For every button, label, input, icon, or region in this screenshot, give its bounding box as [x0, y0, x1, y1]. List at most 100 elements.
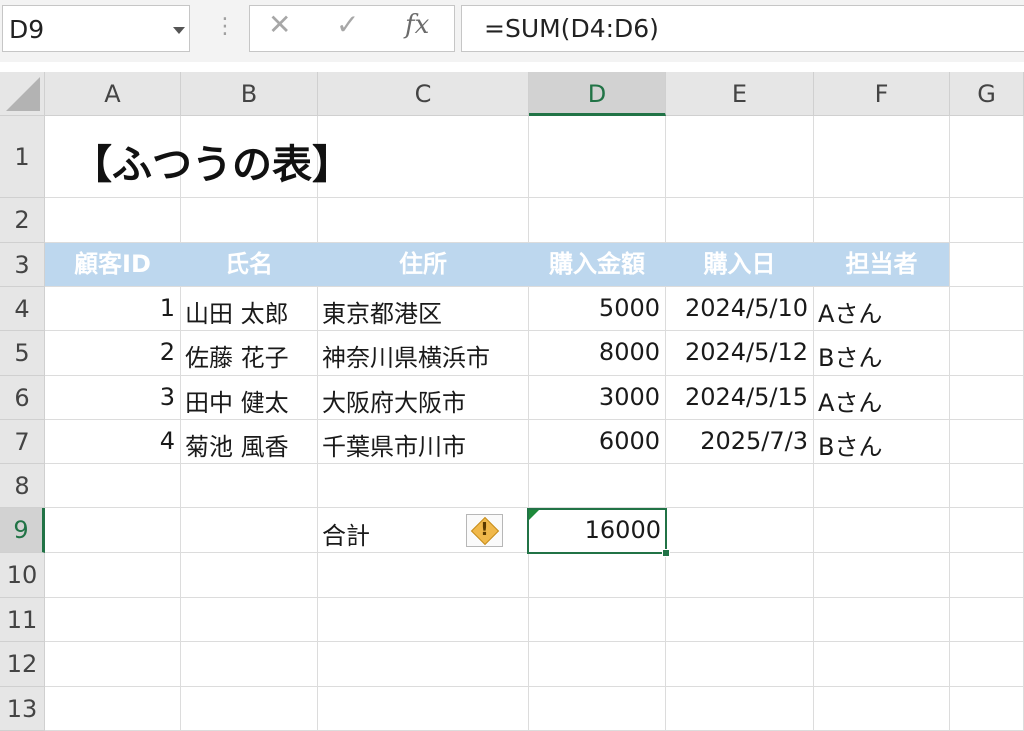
row-header-10[interactable]: 10: [0, 553, 45, 598]
sheet-cell[interactable]: [950, 198, 1024, 243]
sheet-cell[interactable]: [666, 464, 814, 508]
cell-staff[interactable]: Aさん: [818, 383, 882, 418]
sheet-cell[interactable]: [666, 642, 814, 687]
column-header-e[interactable]: E: [666, 72, 814, 116]
formula-input[interactable]: =SUM(D4:D6): [461, 5, 1024, 52]
row-header-5[interactable]: 5: [0, 331, 45, 376]
cell-address[interactable]: 東京都港区: [322, 294, 442, 329]
cell-customer-id[interactable]: 1: [47, 294, 175, 322]
sheet-cell[interactable]: [666, 198, 814, 243]
sheet-cell[interactable]: [318, 598, 529, 642]
sheet-cell[interactable]: [45, 198, 181, 243]
insert-function-button[interactable]: fx: [405, 10, 429, 40]
error-checking-button[interactable]: !: [466, 514, 503, 547]
sheet-cell[interactable]: [529, 553, 666, 598]
sheet-cell[interactable]: [529, 198, 666, 243]
cell-date[interactable]: 2025/7/3: [668, 427, 808, 455]
sheet-cell[interactable]: [666, 598, 814, 642]
cell-name[interactable]: 菊池 風香: [185, 427, 289, 462]
sheet-cell[interactable]: [45, 464, 181, 508]
sheet-cell[interactable]: [318, 687, 529, 731]
check-icon[interactable]: ✓: [336, 11, 359, 39]
row-header-1[interactable]: 1: [0, 116, 45, 198]
formula-bar-grip[interactable]: ⋮: [214, 16, 236, 38]
cell-amount[interactable]: 6000: [531, 427, 660, 455]
cell-amount[interactable]: 3000: [531, 383, 660, 411]
sheet-cell[interactable]: [45, 687, 181, 731]
cell-date[interactable]: 2024/5/12: [668, 338, 808, 366]
sheet-cell[interactable]: [950, 331, 1024, 376]
sheet-cell[interactable]: [814, 687, 950, 731]
cell-date[interactable]: 2024/5/15: [668, 383, 808, 411]
cell-staff[interactable]: Bさん: [818, 427, 882, 462]
active-cell-d9[interactable]: [527, 508, 670, 557]
sheet-cell[interactable]: [814, 508, 950, 553]
sheet-cell[interactable]: [666, 508, 814, 553]
sheet-cell[interactable]: [950, 598, 1024, 642]
sheet-cell[interactable]: [950, 687, 1024, 731]
sheet-cell[interactable]: [318, 642, 529, 687]
sheet-cell[interactable]: [181, 642, 318, 687]
chevron-down-icon[interactable]: [173, 27, 185, 34]
cell-address[interactable]: 神奈川県横浜市: [322, 338, 490, 373]
row-header-6[interactable]: 6: [0, 376, 45, 420]
cell-customer-id[interactable]: 3: [47, 383, 175, 411]
row-header-11[interactable]: 11: [0, 598, 45, 642]
cell-address[interactable]: 千葉県市川市: [322, 427, 466, 462]
row-header-9[interactable]: 9: [0, 508, 45, 553]
cell-staff[interactable]: Bさん: [818, 338, 882, 373]
sheet-cell[interactable]: [666, 553, 814, 598]
sheet-cell[interactable]: [814, 464, 950, 508]
sheet-cell[interactable]: [950, 464, 1024, 508]
row-header-3[interactable]: 3: [0, 243, 45, 287]
fill-handle[interactable]: [662, 549, 670, 557]
column-header-c[interactable]: C: [318, 72, 529, 116]
select-all-corner[interactable]: [0, 72, 45, 116]
sheet-cell[interactable]: [950, 420, 1024, 464]
cell-date[interactable]: 2024/5/10: [668, 294, 808, 322]
sheet-cell[interactable]: [950, 508, 1024, 553]
sheet-cell[interactable]: [529, 464, 666, 508]
sheet-cell[interactable]: [814, 598, 950, 642]
cell-customer-id[interactable]: 4: [47, 427, 175, 455]
sheet-cell[interactable]: [814, 116, 950, 198]
sheet-cell[interactable]: [950, 642, 1024, 687]
column-header-d[interactable]: D: [529, 72, 666, 116]
sheet-cell[interactable]: [181, 508, 318, 553]
sheet-cell[interactable]: [950, 243, 1024, 287]
sheet-cell[interactable]: [45, 642, 181, 687]
close-icon[interactable]: ✕: [268, 11, 291, 39]
column-header-b[interactable]: B: [181, 72, 318, 116]
row-header-7[interactable]: 7: [0, 420, 45, 464]
sheet-cell[interactable]: [529, 116, 666, 198]
sheet-cell[interactable]: [181, 687, 318, 731]
sheet-cell[interactable]: [181, 598, 318, 642]
sheet-cell[interactable]: [318, 198, 529, 243]
row-header-12[interactable]: 12: [0, 642, 45, 687]
sheet-cell[interactable]: [814, 642, 950, 687]
sheet-cell[interactable]: [950, 376, 1024, 420]
sheet-cell[interactable]: [529, 687, 666, 731]
sheet-cell[interactable]: [318, 553, 529, 598]
sheet-cell[interactable]: [45, 553, 181, 598]
sheet-cell[interactable]: [529, 642, 666, 687]
cell-name[interactable]: 田中 健太: [185, 383, 289, 418]
column-header-f[interactable]: F: [814, 72, 950, 116]
cell-amount[interactable]: 5000: [531, 294, 660, 322]
name-box[interactable]: D9: [2, 5, 190, 52]
sheet-cell[interactable]: [181, 464, 318, 508]
cell-name[interactable]: 佐藤 花子: [185, 338, 289, 373]
cell-name[interactable]: 山田 太郎: [185, 294, 289, 329]
column-header-g[interactable]: G: [950, 72, 1024, 116]
sheet-cell[interactable]: [318, 464, 529, 508]
sheet-cell[interactable]: [45, 598, 181, 642]
row-header-13[interactable]: 13: [0, 687, 45, 731]
sheet-cell[interactable]: [950, 287, 1024, 331]
cell-amount[interactable]: 8000: [531, 338, 660, 366]
sheet-cell[interactable]: [529, 598, 666, 642]
column-header-a[interactable]: A: [45, 72, 181, 116]
cell-address[interactable]: 大阪府大阪市: [322, 383, 466, 418]
cell-staff[interactable]: Aさん: [818, 294, 882, 329]
row-header-8[interactable]: 8: [0, 464, 45, 508]
sheet-cell[interactable]: [814, 553, 950, 598]
